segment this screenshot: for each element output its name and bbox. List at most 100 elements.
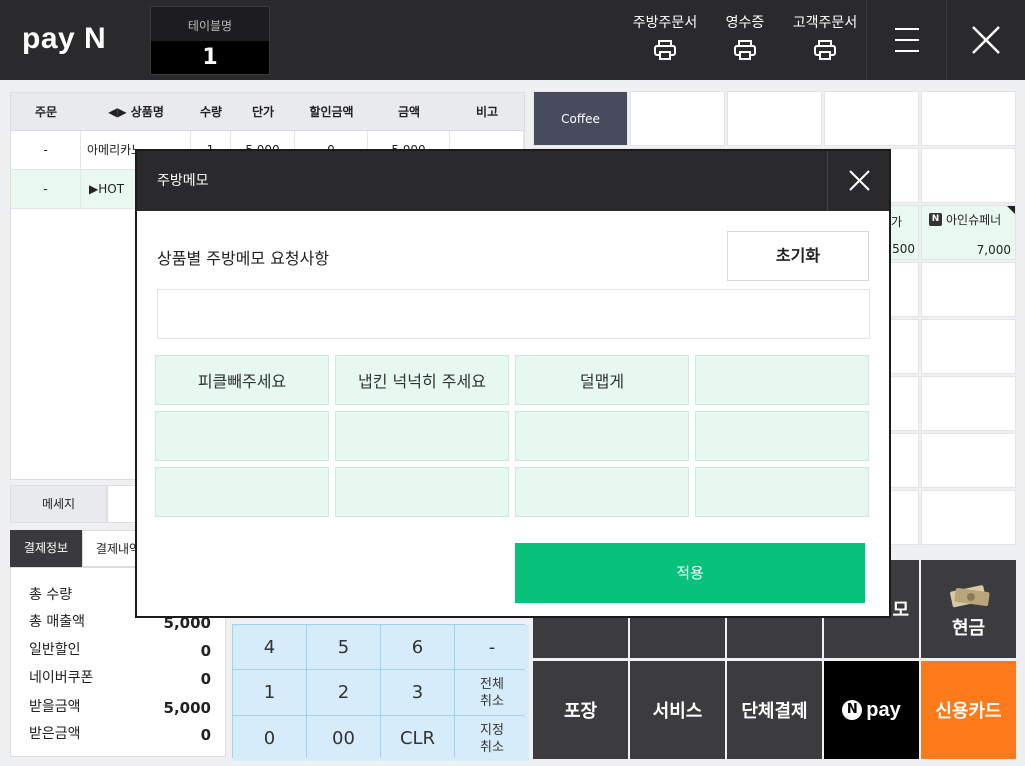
product-slot[interactable] <box>921 91 1016 146</box>
memo-input[interactable] <box>157 289 870 339</box>
summary-value: 0 <box>200 726 211 744</box>
npay-label: pay <box>866 698 901 721</box>
kitchen-order-print-button[interactable]: 주방주문서 <box>625 12 705 72</box>
memo-option-no-pickle[interactable]: 피클빼주세요 <box>155 355 329 405</box>
product-slot[interactable] <box>630 91 725 146</box>
table-name-box[interactable]: 테이블명 1 <box>150 6 270 75</box>
memo-option-empty[interactable] <box>155 411 329 461</box>
product-item-einspanner[interactable]: N 아인슈페너 7,000 <box>921 205 1016 260</box>
kitchen-memo-modal: 주방메모 상품별 주방메모 요청사항 초기화 피클빼주세요 냅킨 넉넉히 주세요… <box>135 149 891 618</box>
memo-option-empty[interactable] <box>695 411 869 461</box>
summary-label: 받은금액 <box>29 726 81 742</box>
takeout-label: 포장 <box>563 701 598 722</box>
modal-close-button[interactable] <box>827 151 889 211</box>
key-2[interactable]: 2 <box>307 670 380 715</box>
summary-value: 0 <box>200 642 211 660</box>
customer-order-print-button[interactable]: 고객주문서 <box>785 12 865 72</box>
order-table-header: 주문 ◀▶ 상품명 수량 단가 할인금액 금액 비고 <box>11 93 524 131</box>
summary-row: 받은금액 0 <box>29 723 211 744</box>
modal-title: 주방메모 <box>157 173 209 189</box>
key-5[interactable]: 5 <box>307 625 380 669</box>
summary-label: 일반할인 <box>29 642 81 658</box>
summary-label: 총 매출액 <box>29 614 85 630</box>
npay-icon: N <box>842 700 863 720</box>
cash-label: 현금 <box>951 618 986 639</box>
summary-label: 받을금액 <box>29 699 81 715</box>
summary-row: 받을금액 5,000 <box>29 696 211 717</box>
cash-button[interactable]: 현금 <box>921 560 1016 658</box>
key-00[interactable]: 00 <box>307 716 380 761</box>
takeout-button[interactable]: 포장 <box>533 661 628 759</box>
product-slot[interactable] <box>824 91 919 146</box>
memo-option-extra-napkins[interactable]: 냅킨 넉넉히 주세요 <box>335 355 509 405</box>
printer-icon <box>654 40 676 60</box>
naver-n-badge-icon: N <box>929 213 942 226</box>
kitchen-order-label: 주방주문서 <box>632 15 698 31</box>
hamburger-menu-button[interactable] <box>866 0 946 80</box>
column-header: 할인금액 <box>309 105 354 119</box>
modal-subtitle: 상품별 주방메모 요청사항 <box>157 249 330 268</box>
key-clear[interactable]: CLR <box>381 716 454 761</box>
key-0[interactable]: 0 <box>233 716 306 761</box>
top-bar: pay N 테이블명 1 주방주문서 영수증 고객주문서 <box>0 0 1025 80</box>
message-field[interactable] <box>107 485 137 523</box>
npay-button[interactable]: N pay <box>824 661 919 759</box>
key-cancel-all[interactable]: 전체 취소 <box>455 670 529 715</box>
credit-card-label: 신용카드 <box>935 701 1002 722</box>
key-minus[interactable]: - <box>455 625 529 669</box>
product-slot[interactable] <box>727 91 822 146</box>
product-slot[interactable] <box>921 433 1016 488</box>
product-slot[interactable] <box>921 490 1016 545</box>
key-3[interactable]: 3 <box>381 670 454 715</box>
memo-option-empty[interactable] <box>515 467 689 517</box>
key-cancel-selected[interactable]: 지정 취소 <box>455 716 529 761</box>
hamburger-icon <box>895 39 919 41</box>
product-slot[interactable] <box>921 262 1016 317</box>
printer-icon <box>734 40 756 60</box>
key-4[interactable]: 4 <box>233 625 306 669</box>
column-header: 단가 <box>251 105 275 119</box>
reset-button[interactable]: 초기화 <box>727 231 869 281</box>
table-name-label: 테이블명 <box>151 7 269 41</box>
column-header: 비고 <box>475 105 499 119</box>
close-icon <box>972 26 1000 54</box>
tab-payment-info[interactable]: 결제정보 <box>10 530 82 567</box>
group-payment-button[interactable]: 단체결제 <box>727 661 822 759</box>
product-slot[interactable] <box>921 376 1016 431</box>
product-name: 아인슈페너 <box>946 213 1002 227</box>
memo-option-empty[interactable] <box>335 467 509 517</box>
credit-card-button[interactable]: 신용카드 <box>921 661 1016 759</box>
memo-option-empty[interactable] <box>695 467 869 517</box>
column-header-product[interactable]: ◀▶ 상품명 <box>81 93 191 130</box>
memo-option-less-spicy[interactable]: 덜맵게 <box>515 355 689 405</box>
memo-option-empty[interactable] <box>335 411 509 461</box>
receipt-print-button[interactable]: 영수증 <box>705 12 785 72</box>
naver-pay-logo: pay N <box>22 22 107 55</box>
key-6[interactable]: 6 <box>381 625 454 669</box>
summary-label: 총 수량 <box>29 587 73 603</box>
message-label: 메세지 <box>10 485 107 523</box>
close-button[interactable] <box>946 0 1025 80</box>
key-1[interactable]: 1 <box>233 670 306 715</box>
product-slot[interactable] <box>921 148 1016 203</box>
memo-options-grid: 피클빼주세요 냅킨 넉넉히 주세요 덜맵게 <box>155 355 871 519</box>
summary-row: 네이버쿠폰 0 <box>29 667 211 688</box>
category-coffee[interactable]: Coffee <box>533 91 628 146</box>
summary-row: 일반할인 0 <box>29 639 211 660</box>
table-cell: - <box>11 170 81 208</box>
customer-order-label: 고객주문서 <box>792 15 858 31</box>
summary-value: 0 <box>200 670 211 688</box>
column-header: 주문 <box>34 105 58 119</box>
apply-button[interactable]: 적용 <box>515 543 865 603</box>
memo-button-label: 모 <box>892 600 909 621</box>
memo-option-empty[interactable] <box>155 467 329 517</box>
summary-value: 5,000 <box>163 699 211 717</box>
product-slot[interactable] <box>921 319 1016 374</box>
service-button[interactable]: 서비스 <box>630 661 725 759</box>
memo-option-empty[interactable] <box>695 355 869 405</box>
memo-option-empty[interactable] <box>515 411 689 461</box>
cash-icon <box>949 585 990 608</box>
modal-header: 주방메모 <box>137 151 889 211</box>
summary-label: 네이버쿠폰 <box>29 670 94 686</box>
hamburger-icon <box>895 50 919 52</box>
